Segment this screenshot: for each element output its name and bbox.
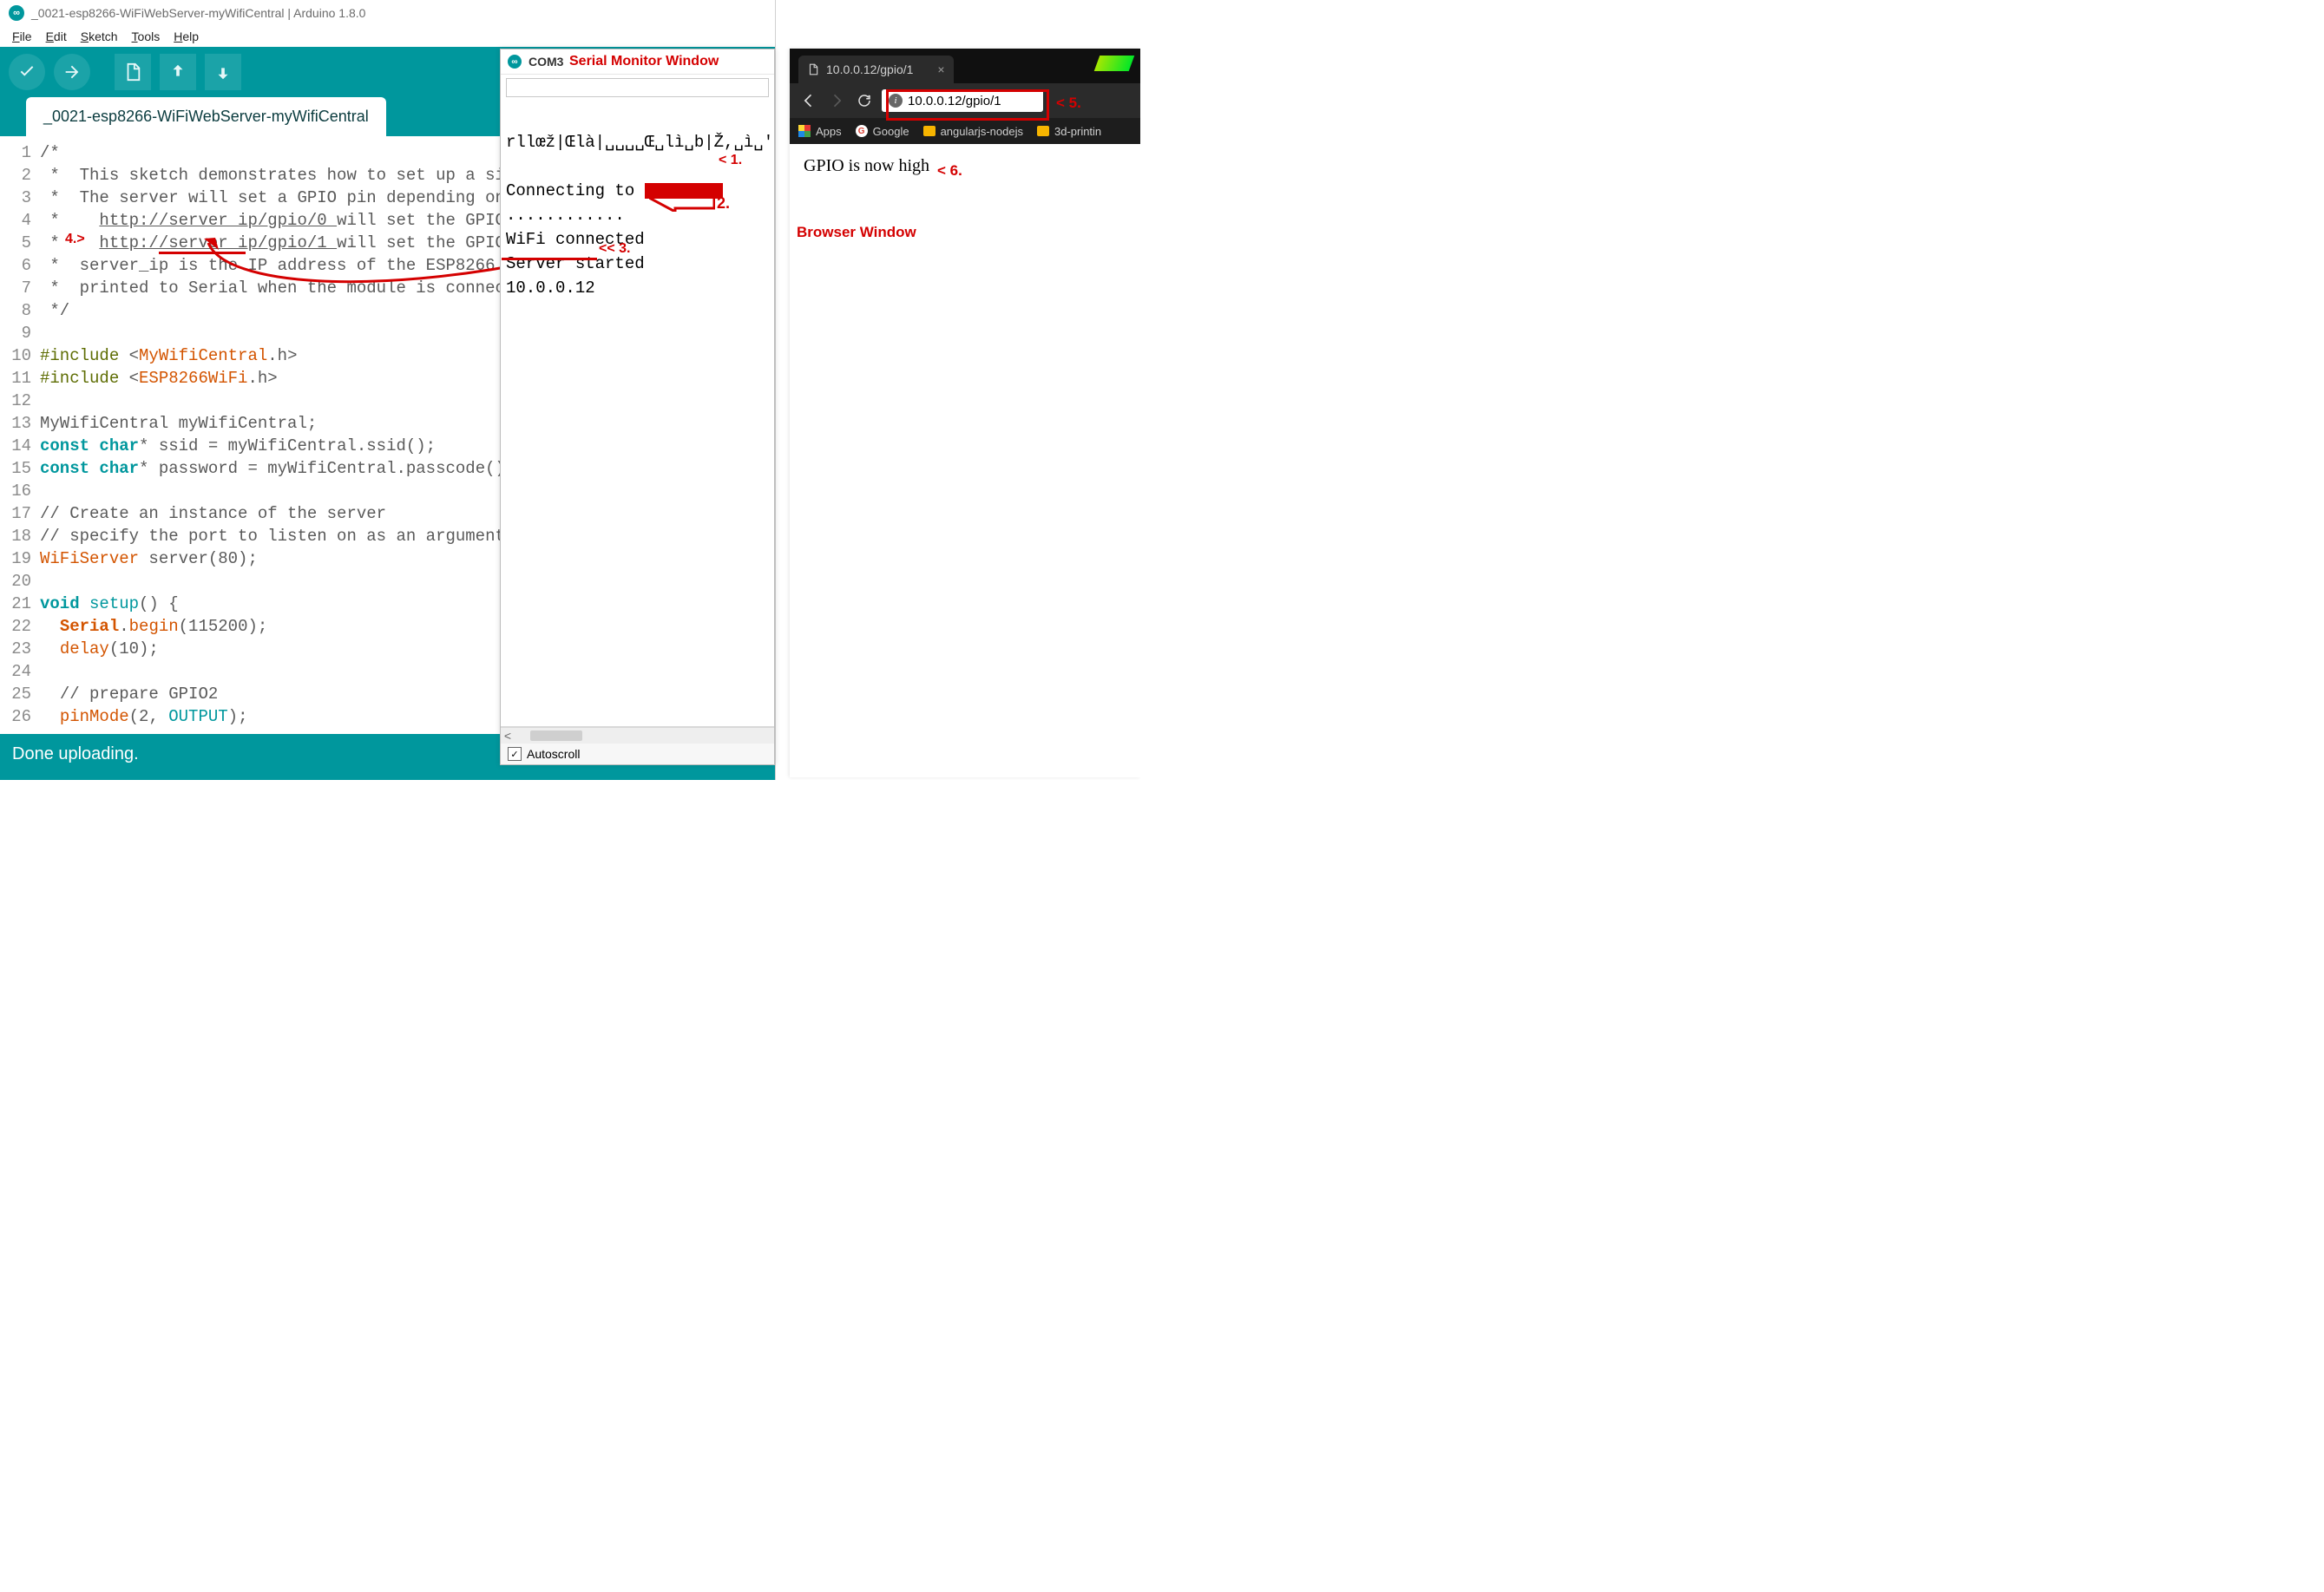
arduino-window-title: _0021-esp8266-WiFiWebServer-myWifiCentra… [31,6,365,20]
autoscroll-checkbox[interactable]: ✓ [508,747,522,761]
browser-tab[interactable]: 10.0.0.12/gpio/1 × [798,56,954,83]
arduino-logo-icon: ∞ [9,5,24,21]
menu-sketch[interactable]: Sketch [75,28,123,45]
menu-tools[interactable]: Tools [127,28,166,45]
back-button[interactable] [798,90,819,111]
status-text: Done uploading. [12,744,139,763]
sketch-tab[interactable]: _0021-esp8266-WiFiWebServer-myWifiCentra… [26,97,386,136]
autoscroll-label: Autoscroll [527,747,580,761]
scroll-left-icon[interactable]: < [501,729,515,743]
folder-icon [1037,126,1049,136]
reload-button[interactable] [854,90,875,111]
serial-output[interactable]: rllœž|Œlà|␣␣␣␣Œ␣lì␣b|Ž,␣ì␣'r Connecting … [501,97,774,330]
page-body-text: GPIO is now high [804,156,929,175]
serial-ip-line: 10.0.0.12 [506,278,595,298]
page-icon [807,63,819,75]
browser-page: GPIO is now high [790,144,1140,188]
arduino-logo-icon: ∞ [508,55,522,69]
browser-window: 10.0.0.12/gpio/1 × i 10.0.0.12/gpio/1 Ap… [790,49,1140,777]
open-button[interactable] [160,54,196,90]
apps-icon [798,125,811,137]
serial-connecting-line: Connecting to [506,181,723,200]
serial-server-line: Server started [506,254,645,273]
serial-monitor-window: ∞ COM3 rllœž|Œlà|␣␣␣␣Œ␣lì␣b|Ž,␣ì␣'r Conn… [500,49,775,765]
bookmark-angular[interactable]: angularjs-nodejs [923,125,1023,138]
bookmark-3dprint[interactable]: 3d-printin [1037,125,1101,138]
bookmark-google[interactable]: GGoogle [856,125,909,138]
serial-title-bar[interactable]: ∞ COM3 [501,49,774,75]
browser-tab-strip: 10.0.0.12/gpio/1 × [790,49,1140,83]
serial-send-input[interactable] [506,78,769,97]
bookmark-apps[interactable]: Apps [798,125,842,138]
serial-bottom-bar: < ✓ Autoscroll [501,726,774,764]
menu-file[interactable]: File [7,28,37,45]
serial-dots-line: ............ [506,206,625,225]
arduino-title-bar: ∞ _0021-esp8266-WiFiWebServer-myWifiCent… [0,0,775,26]
site-info-icon[interactable]: i [889,94,903,108]
bookmarks-bar: Apps GGoogle angularjs-nodejs 3d-printin [790,118,1140,144]
scroll-thumb[interactable] [530,730,582,741]
new-button[interactable] [115,54,151,90]
forward-button[interactable] [826,90,847,111]
save-button[interactable] [205,54,241,90]
serial-wifi-line: WiFi connected [506,230,645,249]
serial-h-scrollbar[interactable]: < [501,727,774,744]
google-icon: G [856,125,868,137]
serial-garbage-line: rllœž|Œlà|␣␣␣␣Œ␣lì␣b|Ž,␣ì␣'r [506,133,774,152]
browser-tab-title: 10.0.0.12/gpio/1 [826,62,913,76]
browser-address-bar: i 10.0.0.12/gpio/1 [790,83,1140,118]
redacted-ssid [645,183,723,199]
close-tab-icon[interactable]: × [937,62,944,76]
upload-button[interactable] [54,54,90,90]
menu-edit[interactable]: Edit [41,28,72,45]
serial-port-label: COM3 [528,55,563,69]
url-text: 10.0.0.12/gpio/1 [908,94,1001,108]
menu-help[interactable]: Help [168,28,204,45]
folder-icon [923,126,936,136]
verify-button[interactable] [9,54,45,90]
url-input[interactable]: i 10.0.0.12/gpio/1 [882,89,1043,112]
arduino-menu-bar: FileEditSketchToolsHelp [0,26,775,47]
